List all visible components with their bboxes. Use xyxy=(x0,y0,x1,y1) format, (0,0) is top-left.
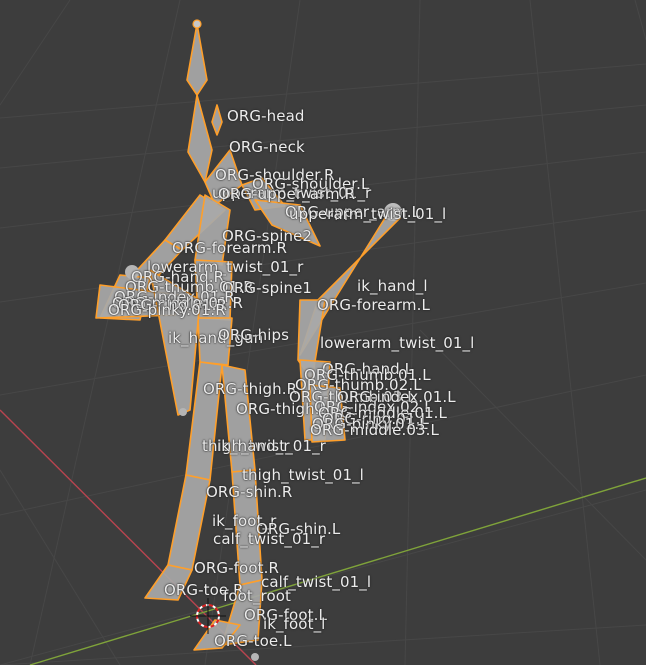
label-org-middle03-l: ORG-middle.03.L xyxy=(310,421,439,439)
label-org-pinky-r: ORG-pinky.01.R xyxy=(108,301,226,319)
y-axis-line xyxy=(29,477,646,665)
ground-joint[interactable] xyxy=(251,653,259,661)
label-org-shin-r: ORG-shin.R xyxy=(206,483,293,501)
label-org-head: ORG-head xyxy=(227,107,305,125)
armature-scene[interactable] xyxy=(0,0,646,665)
label-ik-hand-r: ik_hand_r xyxy=(217,437,290,455)
label-org-thigh-r: ORG-thigh.R xyxy=(203,380,298,398)
label-calf-twist-r: calf_twist_01_r xyxy=(213,530,326,548)
label-org-neck: ORG-neck xyxy=(229,138,305,156)
label-org-toe-l: ORG-toe.L xyxy=(214,632,292,650)
label-org-forearm-l: ORG-forearm.L xyxy=(317,296,430,314)
shin-r-bone[interactable] xyxy=(167,474,211,571)
label-foot-root: foot_root xyxy=(223,587,291,605)
neck-bone[interactable] xyxy=(211,104,223,136)
label-ik-foot-l: ik_foot_l xyxy=(263,615,326,633)
label-thigh-twist-l: thigh_twist_01_l xyxy=(242,466,364,484)
floor-grid xyxy=(0,0,646,665)
spine-top-bone[interactable] xyxy=(187,94,213,183)
label-ik-hand-l: ik_hand_l xyxy=(357,277,428,295)
label-org-forearm-r: ORG-forearm.R xyxy=(172,239,287,257)
head-tip-joint[interactable] xyxy=(192,19,202,29)
head-bone[interactable] xyxy=(186,23,208,96)
label-org-upper-arm-r: ORG-upper_arm.R xyxy=(218,185,356,203)
label-org-hips: ORG-hips xyxy=(218,326,290,344)
label-lowerarm-twist-l: lowerarm_twist_01_l xyxy=(320,334,475,352)
knee-joint[interactable] xyxy=(179,408,187,416)
label-upperarm-twist-l: upperarm_twist_01_l xyxy=(289,205,447,223)
3d-viewport[interactable]: ORG-head ORG-neck ORG-shoulder.R ORG-sho… xyxy=(0,0,646,665)
